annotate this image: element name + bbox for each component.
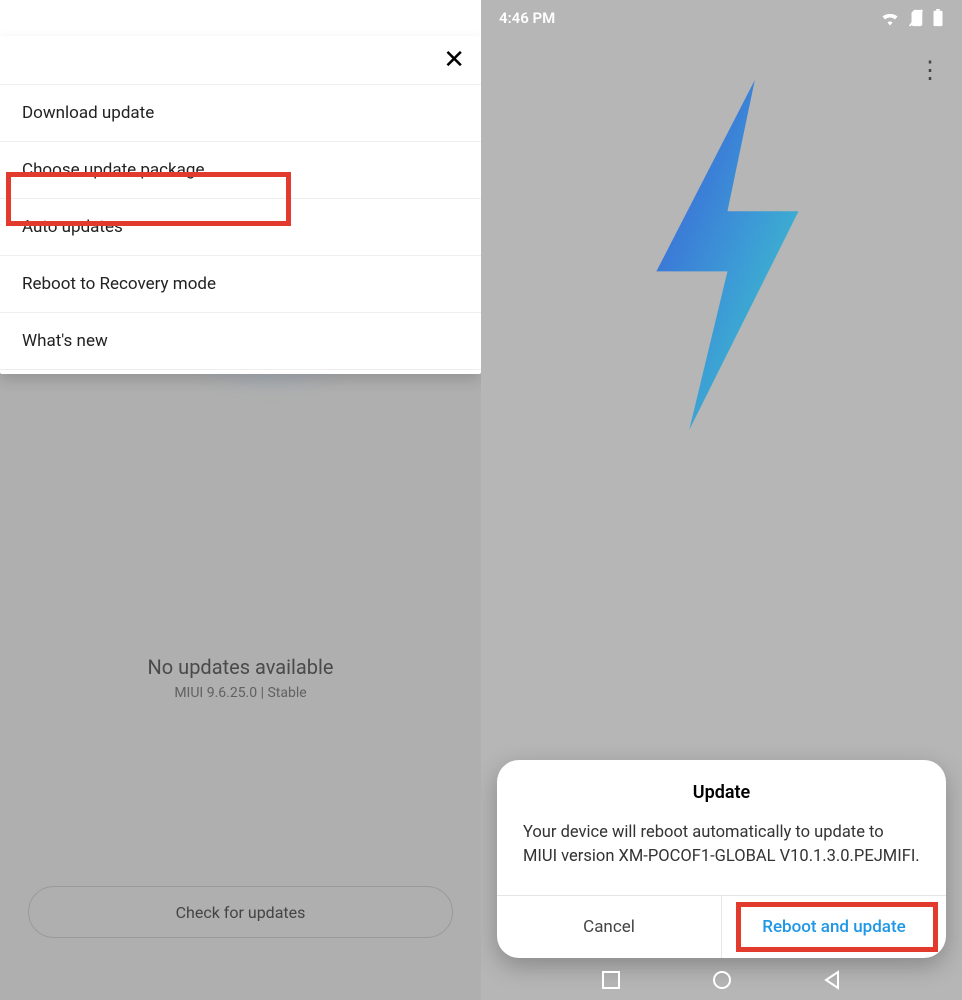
status-bar: 4:46 PM bbox=[481, 0, 962, 36]
dialog-body: Your device will reboot automatically to… bbox=[497, 817, 946, 895]
wifi-icon bbox=[880, 10, 900, 26]
no-updates-text: No updates available bbox=[0, 655, 481, 679]
no-sim-icon bbox=[908, 9, 924, 27]
lightning-icon bbox=[481, 80, 962, 430]
close-icon[interactable]: ✕ bbox=[443, 47, 465, 73]
check-for-updates-button[interactable]: Check for updates bbox=[28, 886, 453, 938]
menu-item-auto-updates[interactable]: Auto updates bbox=[0, 198, 481, 255]
miui-version-text: MIUI 9.6.25.0 | Stable bbox=[0, 685, 481, 701]
recent-apps-icon[interactable] bbox=[601, 970, 621, 990]
right-screenshot: 4:46 PM ⋮ Update Your device will reboot… bbox=[481, 0, 962, 1000]
back-icon[interactable] bbox=[823, 970, 843, 990]
battery-icon bbox=[932, 9, 944, 27]
reboot-and-update-button[interactable]: Reboot and update bbox=[722, 896, 946, 958]
navigation-bar bbox=[481, 960, 962, 1000]
options-menu-panel: ✕ Download update Choose update package … bbox=[0, 36, 481, 374]
left-screenshot: No updates available MIUI 9.6.25.0 | Sta… bbox=[0, 0, 481, 1000]
update-dialog: Update Your device will reboot automatic… bbox=[497, 760, 946, 958]
menu-item-whats-new[interactable]: What's new bbox=[0, 312, 481, 370]
clock: 4:46 PM bbox=[499, 9, 555, 27]
home-icon[interactable] bbox=[711, 969, 733, 991]
menu-item-download-update[interactable]: Download update bbox=[0, 84, 481, 141]
dialog-title: Update bbox=[497, 760, 946, 817]
cancel-button[interactable]: Cancel bbox=[497, 896, 722, 958]
menu-item-reboot-recovery[interactable]: Reboot to Recovery mode bbox=[0, 255, 481, 312]
menu-item-choose-package[interactable]: Choose update package bbox=[0, 141, 481, 198]
